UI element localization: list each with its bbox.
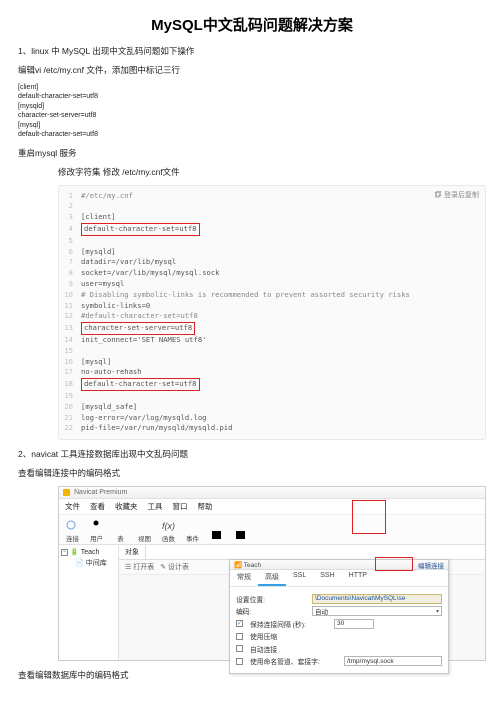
page-title: MySQL中文乱码问题解决方案 <box>18 14 486 35</box>
toolbar-函数[interactable]: f(x)函数 <box>161 518 176 543</box>
tree-collapse-icon[interactable]: − <box>61 549 68 556</box>
dialog-tab-HTTP[interactable]: HTTP <box>342 570 374 586</box>
step1-instruction: 编辑vi /etc/my.cnf 文件，添加图中标记三行 <box>18 64 486 76</box>
tree-leaf[interactable]: 中间库 <box>86 558 107 568</box>
menu-item[interactable]: 查看 <box>90 501 105 512</box>
toolbar-用户[interactable]: 用户 <box>89 518 104 543</box>
tree-root[interactable]: Teach <box>81 549 100 556</box>
step1-heading: 1、linux 中 MySQL 出现中文乱码问题如下操作 <box>18 45 486 57</box>
menu-item[interactable]: 文件 <box>65 501 80 512</box>
connection-properties-dialog: 📶 Teach 编辑连接 常规高级SSLSSHHTTP 设置位置:\Docume… <box>229 559 449 674</box>
toolbar-extra[interactable] <box>209 528 224 543</box>
mycnf-code-block: 登录后复制 1#/etc/my.cnf2 3[client]4default-c… <box>58 185 486 441</box>
navicat-app-name: Navicat Premium <box>74 489 127 496</box>
socket-input[interactable]: /tmp/mysql.sock <box>344 656 442 666</box>
svg-text:f(x): f(x) <box>162 521 175 531</box>
dialog-tab-SSL[interactable]: SSL <box>286 570 313 586</box>
object-tab[interactable]: 对象 <box>119 545 146 559</box>
menu-item[interactable]: 窗口 <box>173 501 188 512</box>
keepalive-checkbox[interactable]: ✓ <box>236 620 243 627</box>
navicat-toolbar: 连接用户表视图 f(x)函数事件 <box>59 515 485 545</box>
socket-label: 使用命名管道、套接字: <box>250 656 340 666</box>
location-input[interactable]: \Documents\Navicat\MySQL\se <box>312 594 442 604</box>
navicat-logo-icon <box>63 489 70 496</box>
toolbar-表[interactable]: 表 <box>113 518 128 543</box>
copy-icon <box>434 191 442 199</box>
dialog-tab-常规[interactable]: 常规 <box>230 570 258 586</box>
location-label: 设置位置: <box>236 594 308 604</box>
dialog-tabs[interactable]: 常规高级SSLSSHHTTP <box>230 570 448 587</box>
step2-heading: 2、navicat 工具连接数据库出现中文乱码问题 <box>18 448 486 460</box>
open-table-btn[interactable]: ☰ 打开表 <box>125 562 154 572</box>
restart-note: 重启mysql 服务 <box>18 147 486 159</box>
autoconnect-checkbox[interactable] <box>236 645 243 652</box>
socket-checkbox[interactable] <box>236 658 243 665</box>
design-table-btn[interactable]: ✎ 设计表 <box>160 562 189 572</box>
toolbar-extra[interactable] <box>233 528 248 543</box>
dialog-tab-高级[interactable]: 高级 <box>258 570 286 586</box>
toolbar-视图[interactable]: 视图 <box>137 518 152 543</box>
connection-tree[interactable]: −🔋Teach 📄中间库 <box>59 545 119 660</box>
dialog-title-highlight <box>375 557 413 571</box>
copy-label: 登录后复制 <box>444 190 479 200</box>
compress-label: 使用压缩 <box>250 631 277 641</box>
encoding-select[interactable]: 自动▾ <box>312 606 442 616</box>
plain-config-block: [client]default-character-set=utf8[mysql… <box>18 83 486 140</box>
compress-checkbox[interactable] <box>236 633 243 640</box>
navicat-menubar[interactable]: 文件查看收藏夹工具窗口帮助 <box>59 499 485 515</box>
menu-item[interactable]: 收藏夹 <box>115 501 138 512</box>
toolbar-连接[interactable]: 连接 <box>65 518 80 543</box>
menu-item[interactable]: 帮助 <box>198 501 213 512</box>
autoconnect-label: 自动连接 <box>250 644 277 654</box>
keepalive-input[interactable]: 30 <box>334 619 374 629</box>
navicat-screenshot: Navicat Premium 文件查看收藏夹工具窗口帮助 连接用户表视图 f(x… <box>58 486 486 661</box>
menu-item[interactable]: 工具 <box>148 501 163 512</box>
edit-connection-label[interactable]: 编辑连接 <box>418 560 444 570</box>
keepalive-label: 保持连接间隔 (秒): <box>250 619 330 629</box>
dialog-tab-SSH[interactable]: SSH <box>313 570 341 586</box>
encoding-label: 编码: <box>236 606 308 616</box>
copy-button[interactable]: 登录后复制 <box>434 190 479 200</box>
navicat-titlebar: Navicat Premium <box>59 487 485 499</box>
step2-instruction: 查看编辑连接中的编码格式 <box>18 467 486 479</box>
step1-subnote: 修改字符集 修改 /etc/my.cnf文件 <box>58 166 486 178</box>
toolbar-事件[interactable]: 事件 <box>185 518 200 543</box>
